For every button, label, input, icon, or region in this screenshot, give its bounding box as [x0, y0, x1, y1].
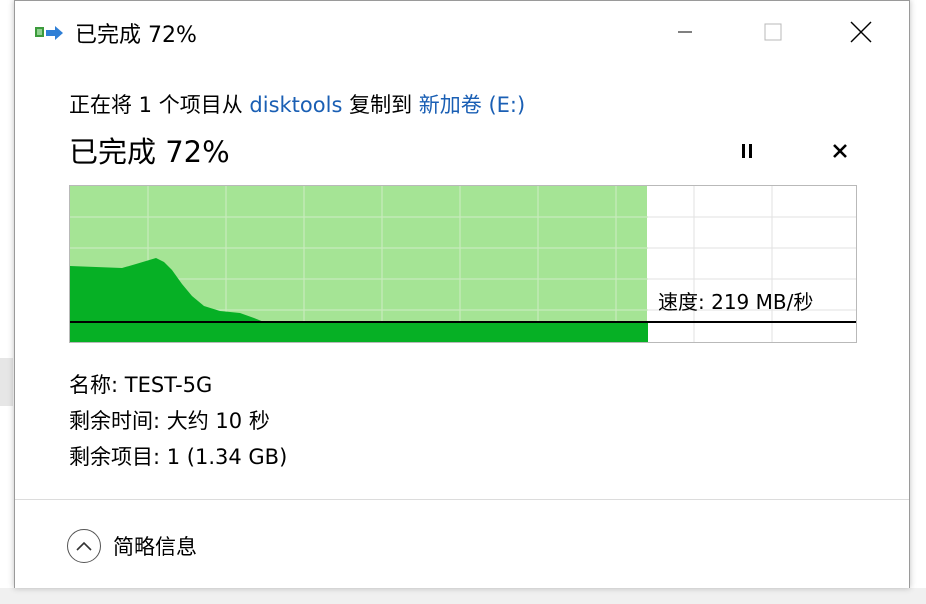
- copy-prefix: 正在将 1 个项目从: [69, 93, 243, 117]
- copy-middle: 复制到: [349, 93, 413, 117]
- chevron-up-icon: [76, 541, 92, 551]
- background-panel: [0, 358, 13, 406]
- title-bar[interactable]: 已完成 72%: [15, 1, 909, 63]
- speed-graph-svg: [70, 186, 856, 342]
- source-link[interactable]: disktools: [249, 93, 342, 117]
- copy-arrow-icon: [35, 26, 63, 40]
- minimize-button[interactable]: [639, 1, 731, 63]
- copy-description: 正在将 1 个项目从 disktools 复制到 新加卷 (E:): [69, 89, 525, 119]
- close-icon: [850, 21, 872, 43]
- item-name: 名称: TEST-5G: [69, 373, 213, 397]
- items-remaining: 剩余项目: 1 (1.34 GB): [69, 445, 288, 469]
- less-details-label: 简略信息: [113, 535, 197, 559]
- maximize-button[interactable]: [727, 1, 819, 63]
- maximize-icon: [764, 23, 782, 41]
- close-window-button[interactable]: [815, 1, 907, 63]
- graph-grid-remaining: [648, 186, 856, 342]
- minimize-icon: [678, 31, 692, 33]
- speed-label: 速度: 219 MB/秒: [658, 290, 814, 314]
- pause-button[interactable]: [733, 137, 761, 165]
- pause-icon: [742, 144, 752, 158]
- progress-heading: 已完成 72%: [69, 135, 230, 169]
- dialog-footer: 简略信息: [15, 500, 909, 588]
- file-copy-dialog: 已完成 72% 正在将 1 个项目从 disktools 复制到 新加卷 (E:…: [14, 0, 910, 588]
- chevron-up-circle: [67, 529, 101, 563]
- background-window-edge: [0, 0, 14, 604]
- cancel-button[interactable]: [826, 137, 854, 165]
- cancel-icon: [833, 144, 847, 158]
- destination-link[interactable]: 新加卷 (E:): [419, 93, 525, 117]
- transfer-speed-graph: 速度: 219 MB/秒: [69, 185, 857, 343]
- window-title: 已完成 72%: [75, 23, 197, 48]
- background-taskbar-strip: [0, 588, 926, 604]
- time-remaining: 剩余时间: 大约 10 秒: [69, 409, 270, 433]
- less-details-button[interactable]: 简略信息: [67, 526, 197, 566]
